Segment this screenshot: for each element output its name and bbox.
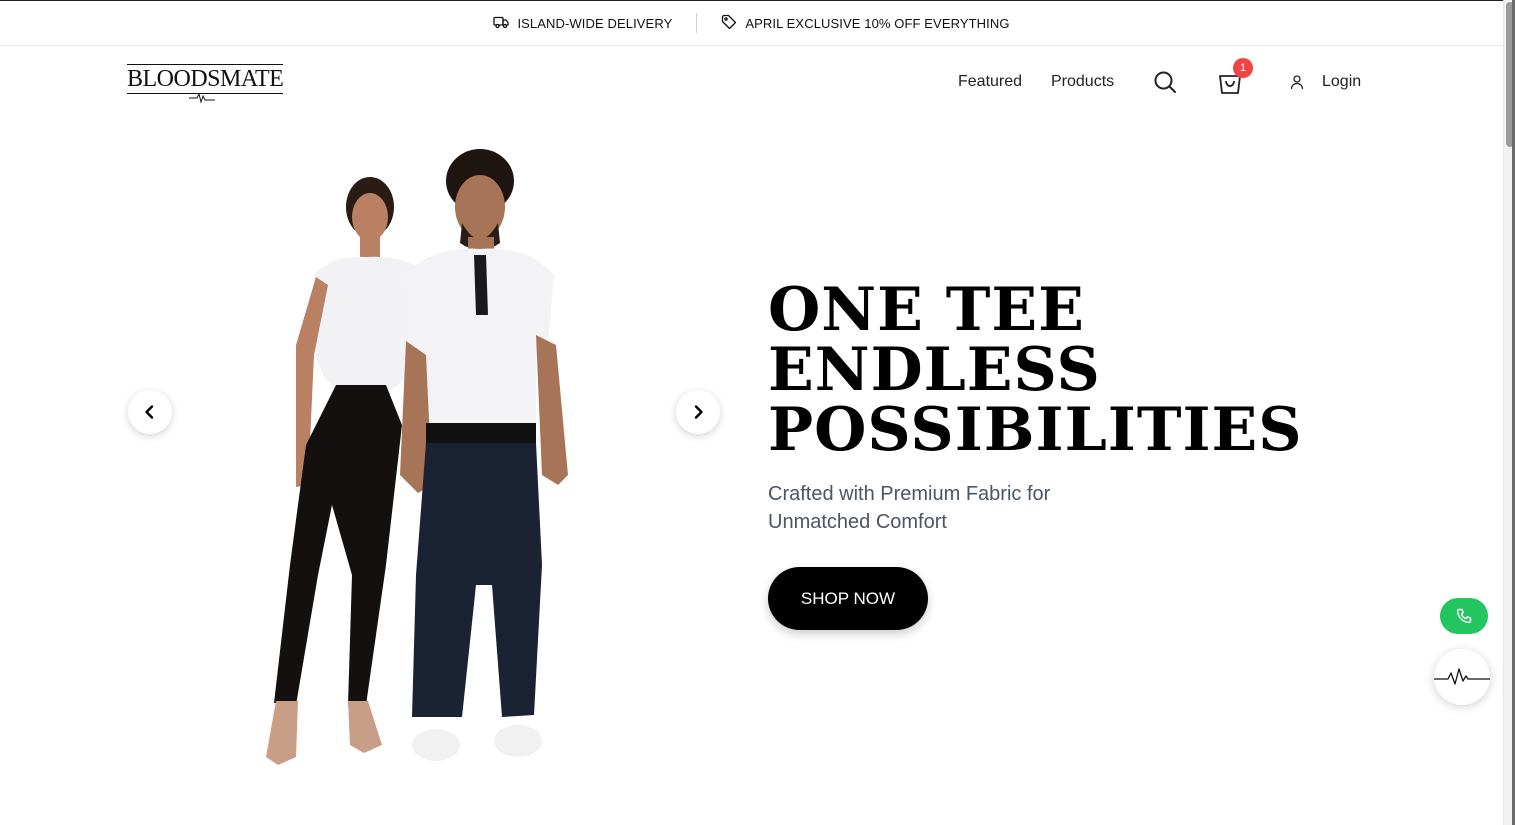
- hero-title-line: POSSIBILITIES: [768, 395, 1303, 465]
- heartbeat-icon: [1434, 668, 1490, 685]
- search-button[interactable]: [1153, 70, 1177, 94]
- hero-subtitle: Crafted with Premium Fabric for Unmatche…: [768, 480, 1128, 536]
- nav-featured[interactable]: Featured: [958, 46, 1022, 118]
- promo-divider: [696, 13, 698, 33]
- carousel-prev-button[interactable]: [128, 390, 172, 434]
- chevron-right-icon: [694, 405, 703, 419]
- promo-delivery: ISLAND-WIDE DELIVERY: [493, 14, 672, 33]
- promo-offer: APRIL EXCLUSIVE 10% OFF EVERYTHING: [721, 14, 1009, 33]
- site-header: BLOODSMATE Featured Products 1 Login: [0, 46, 1503, 118]
- promo-offer-text: APRIL EXCLUSIVE 10% OFF EVERYTHING: [745, 15, 1010, 31]
- announcement-bar: ISLAND-WIDE DELIVERY APRIL EXCLUSIVE 10%…: [0, 0, 1503, 46]
- hero-subtitle-line: Crafted with Premium Fabric for: [768, 483, 1051, 505]
- truck-icon: [493, 14, 510, 33]
- search-icon: [1154, 71, 1176, 93]
- hero-title: ONE TEE ENDLESS POSSIBILITIES: [768, 280, 1368, 460]
- logo-text: BLOODSMATE: [127, 64, 284, 94]
- promo-delivery-text: ISLAND-WIDE DELIVERY: [517, 15, 673, 31]
- model-man: [400, 149, 568, 761]
- nav-products[interactable]: Products: [1051, 46, 1114, 118]
- cart-count-badge: 1: [1233, 58, 1253, 78]
- user-icon: [1290, 75, 1304, 90]
- chat-widget-button[interactable]: [1434, 649, 1490, 705]
- hero-title-line: ENDLESS: [768, 335, 1101, 405]
- carousel-next-button[interactable]: [676, 390, 720, 434]
- login-link[interactable]: Login: [1289, 46, 1361, 118]
- call-button[interactable]: [1440, 598, 1488, 634]
- shop-now-button[interactable]: SHOP NOW: [768, 567, 928, 630]
- phone-icon: [1456, 608, 1472, 624]
- page: ISLAND-WIDE DELIVERY APRIL EXCLUSIVE 10%…: [0, 0, 1515, 825]
- logo-pulse-icon: [189, 92, 215, 104]
- login-label: Login: [1322, 73, 1362, 90]
- brand-logo[interactable]: BLOODSMATE: [127, 64, 284, 104]
- hero-subtitle-line: Unmatched Comfort: [768, 511, 947, 533]
- hero-image: [266, 149, 568, 765]
- chevron-left-icon: [145, 405, 154, 419]
- hero-title-line: ONE TEE: [768, 275, 1085, 345]
- tag-icon: [721, 14, 737, 33]
